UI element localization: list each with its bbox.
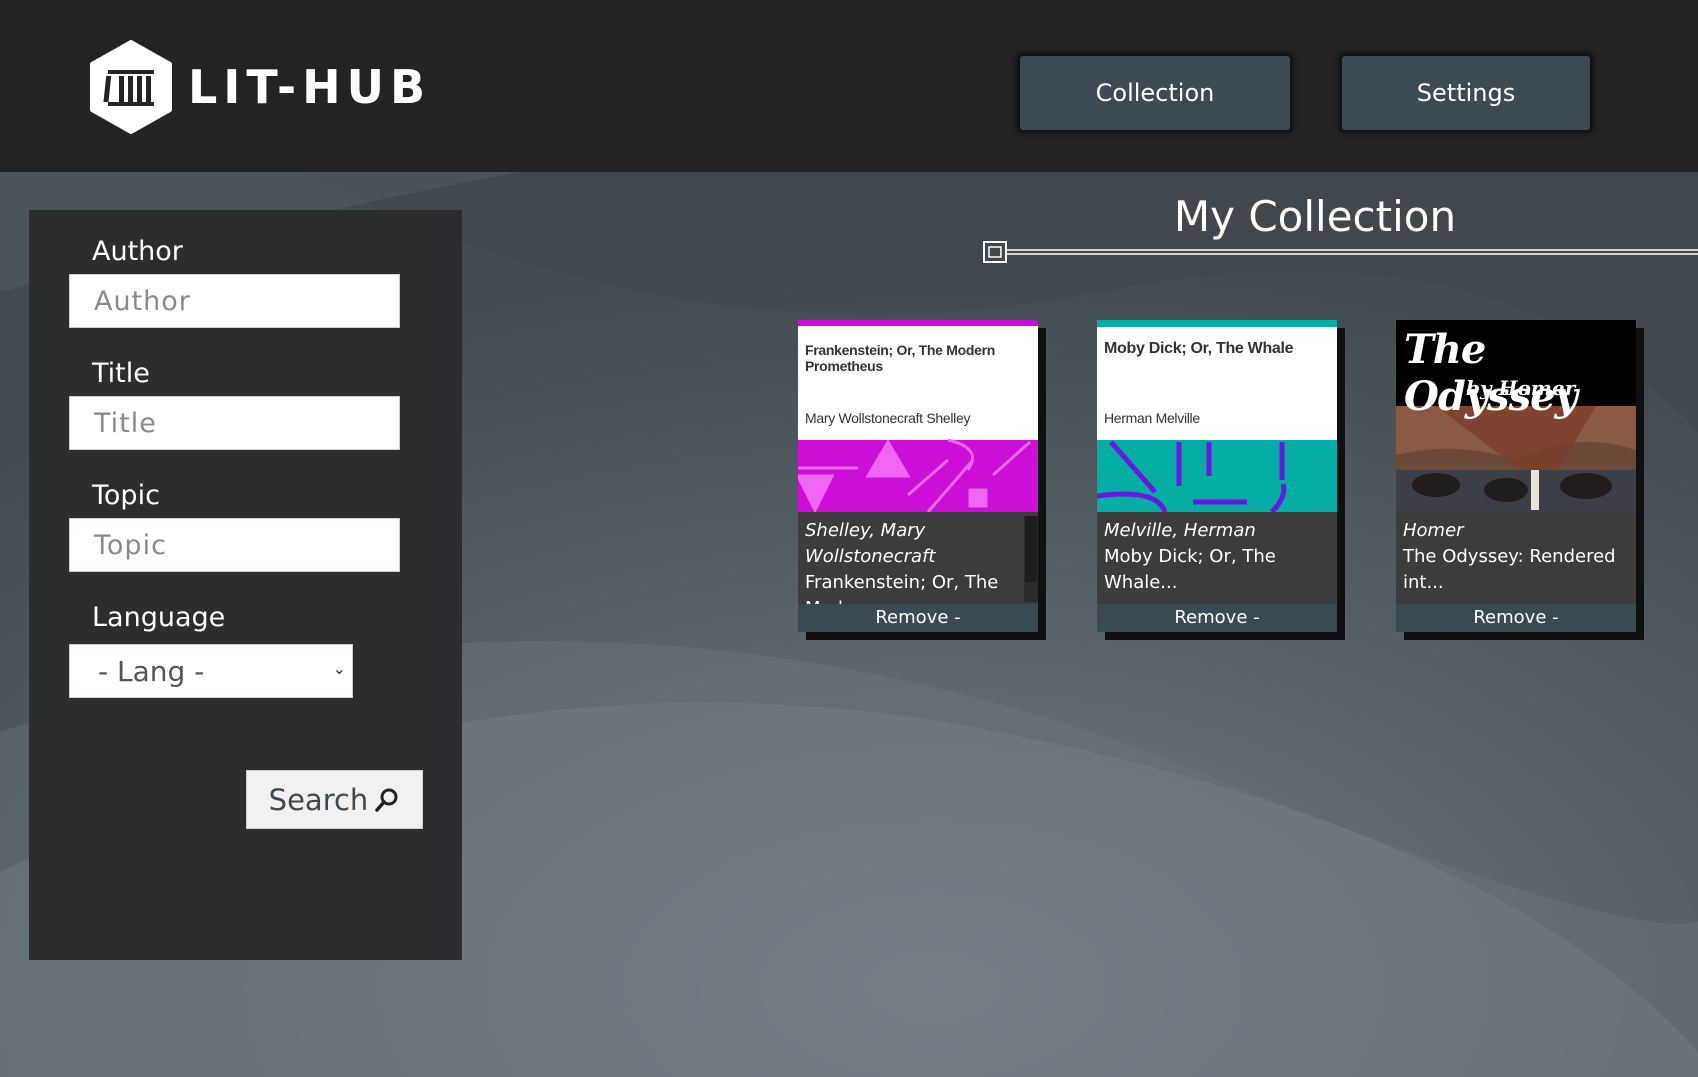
book-cover[interactable]: The Odyssey by Homer (1396, 320, 1636, 512)
chevron-down-icon: ⌄ (332, 659, 346, 678)
book-card[interactable]: The Odyssey by Homer Homer The Odyssey: … (1396, 320, 1636, 632)
book-title: The Odyssey: Rendered int... (1403, 546, 1616, 593)
top-header: LIT-HUB Collection Settings (0, 0, 1698, 172)
remove-button[interactable]: Remove - (798, 604, 1038, 632)
book-author: Melville, Herman (1104, 520, 1256, 541)
topic-label: Topic (92, 480, 160, 511)
search-icon (375, 788, 398, 812)
book-info: Melville, Herman Moby Dick; Or, The Whal… (1097, 512, 1337, 604)
remove-button[interactable]: Remove - (1396, 604, 1636, 632)
book-card[interactable]: Moby Dick; Or, The Whale Herman Melville… (1097, 320, 1337, 632)
language-label: Language (92, 602, 226, 633)
search-sidebar: Author Title Topic Language - Lang - ⌄ S… (29, 210, 462, 960)
collection-nav-button[interactable]: Collection (1020, 56, 1290, 130)
book-info: Shelley, Mary Wollstonecraft Frankenstei… (798, 512, 1038, 604)
cover-author-text: Herman Melville (1104, 410, 1200, 426)
bookshelf-logo-icon (90, 40, 172, 134)
cover-title-text: Moby Dick; Or, The Whale (1104, 340, 1294, 357)
remove-button[interactable]: Remove - (1097, 604, 1337, 632)
logo[interactable]: LIT-HUB (88, 40, 431, 134)
language-selected-value: - Lang - (98, 654, 205, 688)
cover-title-text: The Odyssey (1404, 326, 1578, 420)
book-info: Homer The Odyssey: Rendered int... (1396, 512, 1636, 604)
heading-divider (983, 241, 1698, 263)
collection-heading: My Collection (1173, 192, 1457, 241)
book-author: Shelley, Mary Wollstonecraft (805, 520, 936, 567)
cover-subtitle-text: by Homer (1466, 376, 1576, 400)
topic-input[interactable] (69, 518, 400, 572)
main-content: Author Title Topic Language - Lang - ⌄ S… (0, 172, 1698, 1077)
book-card[interactable]: Frankenstein; Or, The Modern Prometheus … (798, 320, 1038, 632)
book-cover[interactable]: Frankenstein; Or, The Modern Prometheus … (798, 320, 1038, 512)
book-cover[interactable]: Moby Dick; Or, The Whale Herman Melville (1097, 320, 1337, 512)
settings-nav-button[interactable]: Settings (1342, 56, 1590, 130)
search-button[interactable]: Search (246, 770, 423, 829)
book-title: Frankenstein; Or, The Modern... (805, 572, 999, 604)
author-label: Author (92, 236, 183, 267)
language-select[interactable]: - Lang - ⌄ (69, 644, 353, 698)
logo-text: LIT-HUB (188, 60, 432, 114)
title-input[interactable] (69, 396, 400, 450)
cover-title-text: Frankenstein; Or, The Modern Prometheus (805, 342, 995, 374)
author-input[interactable] (69, 274, 400, 328)
book-author: Homer (1403, 520, 1464, 541)
search-button-label: Search (268, 782, 369, 817)
scrollbar-thumb[interactable] (1025, 516, 1037, 582)
title-label: Title (92, 358, 150, 389)
book-title: Moby Dick; Or, The Whale... (1104, 546, 1276, 593)
cover-author-text: Mary Wollstonecraft Shelley (805, 410, 971, 426)
